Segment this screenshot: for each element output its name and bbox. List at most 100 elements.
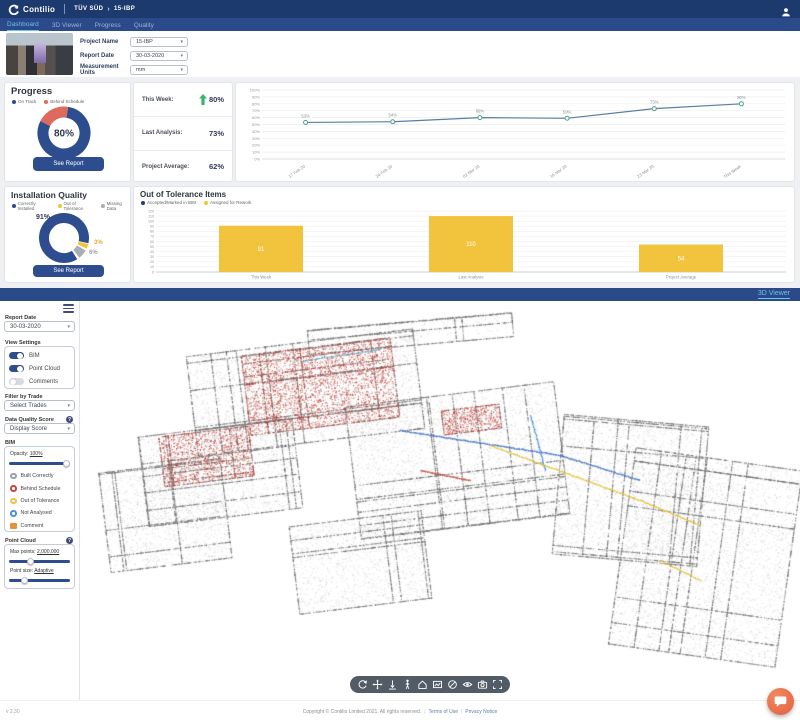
stat-row-last-analysis: Last Analysis:73% [134,116,232,149]
svg-text:91: 91 [258,247,265,253]
section-icon[interactable] [432,679,443,690]
footer: v 2.30 Copyright © Contilio Limited 2021… [0,700,800,720]
eye-icon[interactable] [462,679,473,690]
report-date-select[interactable]: 30-03-2020 [130,51,188,61]
chat-widget-button[interactable] [767,688,794,715]
svg-text:90%: 90% [252,94,260,99]
breadcrumb-project[interactable]: 15-IBP [114,6,135,12]
hamburger-icon[interactable] [63,304,74,313]
svg-text:Last Analysis: Last Analysis [458,275,483,280]
svg-text:60%: 60% [476,109,485,114]
svg-text:54%: 54% [389,113,398,118]
nav-item-3d-viewer[interactable]: 3D Viewer [52,22,82,31]
viewer-sidebar: Report Date 30-03-2020 View Settings BIM… [0,301,80,700]
point-size-slider-knob[interactable] [21,577,28,584]
point-size-label: Point size: Adaptive [5,565,74,574]
bim-panel-box: Opacity: 100% Built Correctly Behind Sche… [4,446,75,532]
svg-text:53%: 53% [301,113,310,118]
bim-legend-label: Behind Schedule [21,486,61,492]
viewer-viewport[interactable] [81,301,800,700]
display-score-select[interactable]: Display Score [4,423,75,434]
home-icon[interactable] [417,679,428,690]
stat-label: Last Analysis: [142,130,182,136]
trade-select-value: Select Trades [10,403,47,409]
svg-text:59%: 59% [563,109,572,114]
nav-item-progress[interactable]: Progress [95,22,121,31]
breadcrumb-org[interactable]: TÜV SÜD [74,6,103,12]
project-bar: Project Name15-IBPReport Date30-03-2020M… [0,31,800,77]
hide-icon[interactable] [447,679,458,690]
report-date-select[interactable]: 30-03-2020 [4,321,75,332]
trade-select[interactable]: Select Trades [4,400,75,411]
point-cloud-toggle[interactable] [9,365,24,373]
viewer-header-bar: 3D Viewer [0,288,800,301]
orbit-icon[interactable] [357,679,368,690]
opacity-value[interactable]: 100% [30,451,43,457]
up-arrow-icon [199,94,207,105]
chevron-right-icon [107,6,110,13]
footer-link-privacy-notice[interactable]: Privacy Notice [465,709,497,715]
quality-see-report-button[interactable]: See Report [33,265,104,277]
max-points-slider-knob[interactable] [27,558,34,565]
toggle-label: Comments [29,379,58,385]
max-points-value[interactable]: 2,000,000 [37,549,59,555]
toggle-label: BIM [29,353,40,359]
question-icon[interactable]: ? [66,537,73,544]
progress-see-report-button[interactable]: See Report [33,157,104,171]
svg-text:24 Feb 20: 24 Feb 20 [375,163,394,179]
svg-text:20%: 20% [252,143,260,148]
footer-link-terms-of-use[interactable]: Terms of Use [429,709,458,715]
bim-legend-out-of-tolerance: Out of Tolerance [5,495,74,507]
opacity-slider-knob[interactable] [63,460,70,467]
drop-icon[interactable] [387,679,398,690]
bim-legend: Built Correctly Behind Schedule Out of Tol… [5,470,74,532]
camera-icon[interactable] [477,679,488,690]
measurement-units-select[interactable]: mm [130,65,188,75]
question-icon[interactable]: ? [66,416,73,423]
svg-text:50%: 50% [252,122,260,127]
max-points-slider[interactable] [9,557,70,565]
opacity-slider[interactable] [9,459,70,467]
svg-text:30%: 30% [252,136,260,141]
comments-toggle[interactable] [9,378,24,386]
user-avatar-icon[interactable] [781,4,791,14]
display-score-value: Display Score [10,426,47,432]
toggle-row-comments: Comments [5,375,74,388]
header-divider [64,4,65,14]
svg-text:70%: 70% [252,108,260,113]
progress-line-chart: 0%10%20%30%40%50%60%70%80%90%100%53%17 F… [236,83,794,181]
toggle-knob [17,366,23,372]
viewer-title-tab[interactable]: 3D Viewer [758,290,790,299]
stat-value: 80% [199,94,224,105]
point-cloud-canvas[interactable] [81,301,800,700]
stat-label: This Week: [142,97,174,103]
toggle-label: Point Cloud [29,366,60,372]
nav-item-quality[interactable]: Quality [134,22,154,31]
walk-icon[interactable] [402,679,413,690]
svg-text:120: 120 [148,209,154,213]
breadcrumb: TÜV SÜD 15-IBP [74,6,135,13]
bim-legend-label: Built Correctly [21,473,54,479]
stat-value-text: 80% [209,95,224,104]
project-name-select[interactable]: 15-IBP [130,37,188,47]
field-label: Report Date [80,53,130,59]
point-size-value[interactable]: Adaptive [34,568,53,574]
bim-legend-swatch [10,523,17,530]
field-label: Measurement Units [80,64,130,76]
bim-toggle[interactable] [9,352,24,360]
bim-legend-label: Out of Tolerance [21,498,60,504]
svg-text:91%: 91% [36,214,51,221]
brand[interactable]: Contilio [8,4,55,15]
pan-icon[interactable] [372,679,383,690]
nav-item-dashboard[interactable]: Dashboard [7,21,39,31]
point-size-slider[interactable] [9,576,70,584]
bim-legend-label: Comment [21,523,44,529]
chat-bubble-icon [774,695,787,708]
svg-text:54: 54 [678,256,685,262]
svg-text:100: 100 [148,219,154,223]
viewer-toolbar [350,676,510,693]
opacity-label: Opacity: 100% [5,447,74,457]
svg-text:30: 30 [150,255,154,259]
max-points-label: Max points: 2,000,000 [5,545,74,555]
fullscreen-icon[interactable] [492,679,503,690]
